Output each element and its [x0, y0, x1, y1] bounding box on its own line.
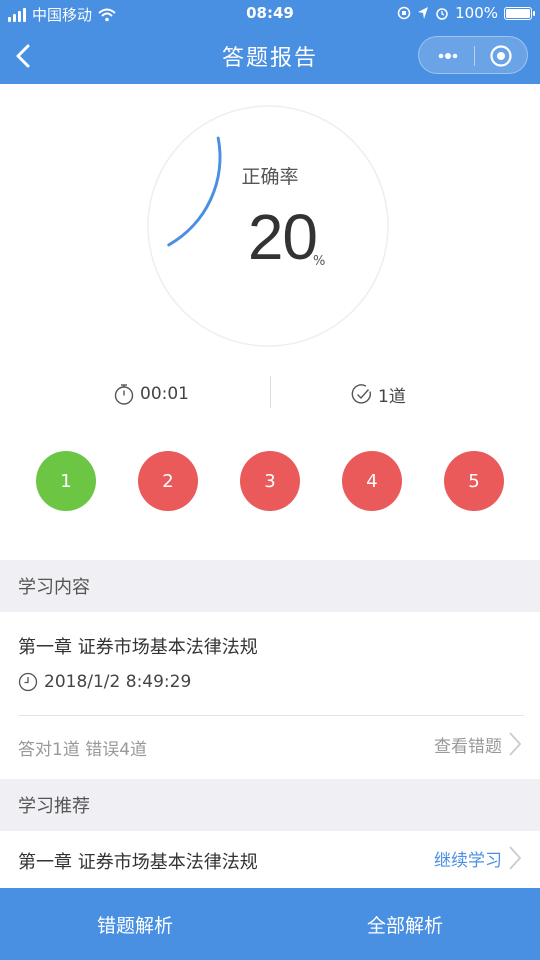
question-number: 3	[264, 470, 276, 492]
clock-icon	[18, 672, 38, 692]
nav-bar: 答题报告	[0, 28, 540, 84]
study-datetime-value: 2018/1/2 8:49:29	[44, 672, 192, 692]
continue-study-label: 继续学习	[434, 850, 502, 871]
question-circle-5[interactable]: 5	[444, 451, 504, 511]
battery-percent: 100%	[455, 4, 498, 22]
accuracy-value: 20	[247, 201, 318, 273]
stats-divider	[270, 376, 271, 408]
elapsed-time: 00:01	[112, 380, 189, 408]
more-button[interactable]	[433, 45, 463, 67]
status-right: 100%	[397, 4, 535, 22]
study-content-title: 第一章 证券市场基本法律法规	[18, 637, 258, 658]
question-count-value: 1道	[378, 386, 406, 407]
capsule-divider	[474, 46, 475, 66]
alarm-icon	[436, 8, 448, 20]
stopwatch-icon	[114, 384, 134, 405]
location-icon	[418, 7, 429, 19]
divider	[18, 715, 524, 716]
answer-result-summary: 答对1道 错误4道	[18, 740, 148, 760]
question-number: 4	[366, 470, 378, 492]
question-count: 1道	[350, 380, 406, 408]
question-circle-3[interactable]: 3	[240, 451, 300, 511]
accuracy-label: 正确率	[241, 166, 299, 188]
more-dots-icon	[438, 53, 458, 59]
accuracy-progress-arc	[167, 136, 222, 247]
close-target-icon	[490, 45, 512, 67]
question-circle-2[interactable]: 2	[138, 451, 198, 511]
question-answer-row: 1 2 3 4 5	[0, 451, 540, 511]
question-number: 5	[468, 470, 480, 492]
recommend-title: 第一章 证券市场基本法律法规	[18, 852, 258, 873]
orientation-lock-icon	[397, 6, 411, 20]
continue-study-link[interactable]: 继续学习	[434, 845, 522, 871]
miniprogram-capsule	[418, 36, 528, 74]
accuracy-unit: %	[313, 254, 326, 269]
chevron-right-icon	[509, 732, 522, 756]
view-wrong-questions-link[interactable]: 查看错题	[434, 731, 522, 757]
status-bar: 中国移动 08:49 100%	[0, 0, 540, 28]
wrong-analysis-label: 错题解析	[96, 914, 173, 937]
question-circle-4[interactable]: 4	[342, 451, 402, 511]
view-wrong-label: 查看错题	[434, 736, 502, 757]
close-miniprogram-button[interactable]	[489, 44, 513, 68]
wrong-analysis-button[interactable]: 错题解析	[0, 888, 270, 960]
battery-icon	[504, 6, 535, 20]
bottom-action-bar: 错题解析 全部解析	[0, 888, 540, 960]
question-number: 1	[60, 470, 72, 492]
study-datetime: 2018/1/2 8:49:29	[18, 672, 191, 692]
section-header-recommend: 学习推荐	[0, 779, 540, 831]
all-analysis-label: 全部解析	[366, 914, 443, 937]
question-circle-1[interactable]: 1	[36, 451, 96, 511]
chevron-right-icon	[509, 846, 522, 870]
section-header-study-content: 学习内容	[0, 560, 540, 612]
all-analysis-button[interactable]: 全部解析	[270, 888, 540, 960]
elapsed-time-value: 00:01	[140, 384, 189, 404]
question-number: 2	[162, 470, 174, 492]
check-circle-icon	[351, 384, 372, 404]
